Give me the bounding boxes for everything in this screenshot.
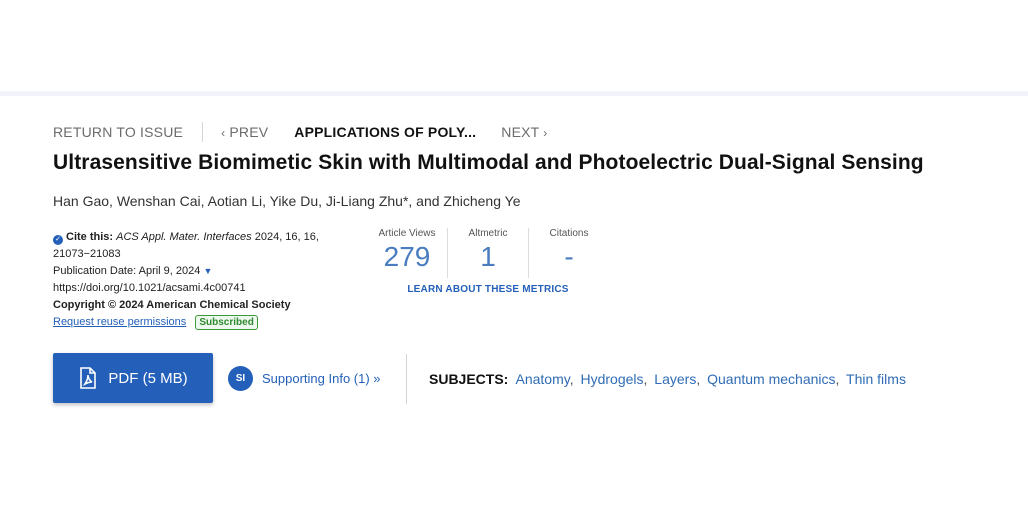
metric-value: 1 xyxy=(480,241,496,272)
next-label: NEXT xyxy=(501,124,540,140)
citation-block: ✓ Cite this: ACS Appl. Mater. Interfaces … xyxy=(53,229,353,331)
prev-label: PREV xyxy=(229,124,269,140)
issue-navigation: RETURN TO ISSUE ‹ PREV APPLICATIONS OF P… xyxy=(53,122,547,142)
nav-divider xyxy=(202,122,204,142)
subject-separator: , xyxy=(835,371,840,387)
actions-divider xyxy=(406,354,407,404)
metric-value: 279 xyxy=(383,241,431,272)
cite-line: ✓ Cite this: ACS Appl. Mater. Interfaces … xyxy=(53,229,353,246)
si-icon: SI xyxy=(228,366,253,391)
article-metrics: Article Views 279 Altmetric 1 Citations … xyxy=(367,228,609,295)
prev-article-link[interactable]: ‹ PREV xyxy=(221,124,268,140)
chevron-down-icon[interactable]: ▼ xyxy=(203,266,212,276)
learn-metrics-link[interactable]: LEARN ABOUT THESE METRICS xyxy=(367,284,609,295)
subject-link-layers[interactable]: Layers xyxy=(654,371,696,387)
subject-separator: , xyxy=(643,371,648,387)
chevron-right-icon: › xyxy=(543,126,548,140)
current-section-title[interactable]: APPLICATIONS OF POLY... xyxy=(294,124,476,140)
doi-link[interactable]: https://doi.org/10.1021/acsami.4c00741 xyxy=(53,280,353,297)
pdf-button-label: PDF (5 MB) xyxy=(108,369,188,387)
metric-label: Altmetric xyxy=(468,228,508,239)
subjects-label: SUBJECTS: xyxy=(429,371,509,387)
supporting-info-label: Supporting Info (1) » xyxy=(262,371,381,386)
next-article-link[interactable]: NEXT › xyxy=(501,124,547,140)
publication-date-text: Publication Date: April 9, 2024 xyxy=(53,265,201,277)
pdf-download-button[interactable]: PDF (5 MB) xyxy=(53,353,213,403)
header-divider xyxy=(0,91,1028,96)
metric-label: Article Views xyxy=(378,228,436,239)
journal-name: ACS Appl. Mater. Interfaces xyxy=(116,231,252,243)
metric-article-views: Article Views 279 xyxy=(367,228,447,278)
subject-separator: , xyxy=(696,371,701,387)
subject-link-anatomy[interactable]: Anatomy xyxy=(515,371,569,387)
subject-link-quantum-mechanics[interactable]: Quantum mechanics xyxy=(707,371,835,387)
subject-separator: , xyxy=(569,371,574,387)
subscribed-badge: Subscribed xyxy=(195,315,258,330)
pdf-file-icon xyxy=(78,367,98,389)
return-to-issue-link[interactable]: RETURN TO ISSUE xyxy=(53,124,183,140)
citation-details-2: 21073−21083 xyxy=(53,248,121,260)
reuse-permissions-link[interactable]: Request reuse permissions xyxy=(53,316,186,328)
chevron-left-icon: ‹ xyxy=(221,126,226,140)
article-title: Ultrasensitive Biomimetic Skin with Mult… xyxy=(53,151,924,174)
metrics-row: Article Views 279 Altmetric 1 Citations … xyxy=(367,228,609,278)
subjects-list: SUBJECTS: Anatomy, Hydrogels, Layers, Qu… xyxy=(429,371,906,387)
citation-details-1: 2024, 16, 16, xyxy=(254,231,319,243)
cite-label: Cite this: xyxy=(66,231,114,243)
publication-date[interactable]: Publication Date: April 9, 2024 ▼ xyxy=(53,263,353,280)
subject-link-hydrogels[interactable]: Hydrogels xyxy=(580,371,643,387)
check-circle-icon: ✓ xyxy=(53,235,63,245)
copyright-notice: Copyright © 2024 American Chemical Socie… xyxy=(53,299,291,311)
metric-altmetric[interactable]: Altmetric 1 xyxy=(448,228,528,278)
metric-value: - xyxy=(564,241,574,272)
metric-label: Citations xyxy=(549,228,589,239)
article-authors[interactable]: Han Gao, Wenshan Cai, Aotian Li, Yike Du… xyxy=(53,193,520,209)
supporting-info-link[interactable]: SI Supporting Info (1) » xyxy=(228,366,381,391)
reuse-row: Request reuse permissions Subscribed xyxy=(53,314,353,331)
metric-citations: Citations - xyxy=(529,228,609,278)
subject-link-thin-films[interactable]: Thin films xyxy=(846,371,906,387)
